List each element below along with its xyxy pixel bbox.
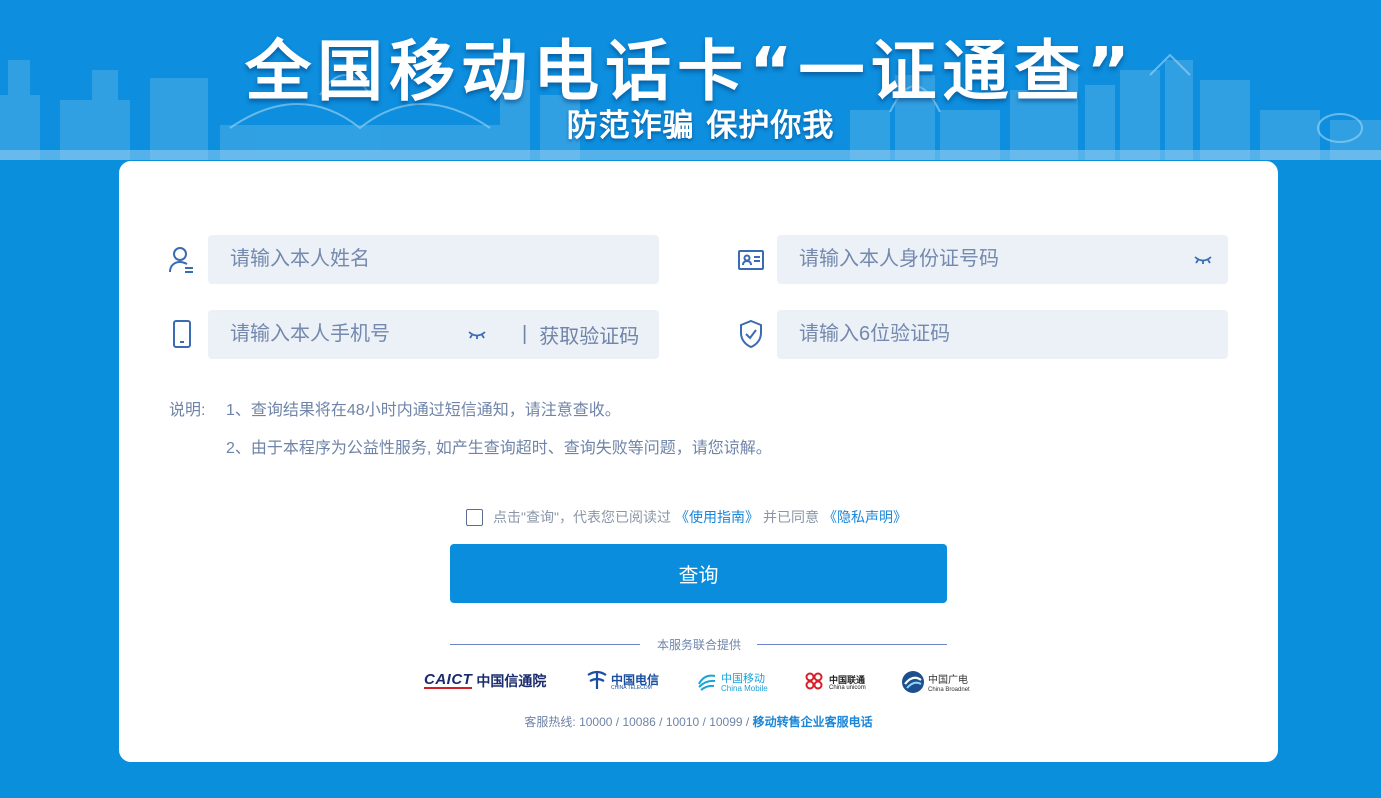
china-telecom-english: CHINA TELECOM (611, 685, 652, 691)
notes-label: 说明: (169, 402, 206, 419)
china-unicom-name: 中国联通 (829, 675, 866, 685)
china-mobile-icon (696, 670, 718, 697)
privacy-statement-link[interactable]: 《隐私声明》 (823, 507, 907, 527)
id-number-input[interactable] (799, 248, 1178, 271)
note-line-1: 1、查询结果将在48小时内通过短信通知，请注意查收。 (226, 402, 621, 419)
china-broadnet-english: China Broadnet (928, 686, 970, 693)
note-line-2: 2、由于本程序为公益性服务, 如产生查询超时、查询失败等问题，请您谅解。 (226, 440, 772, 457)
query-form-card: | 获取验证码 说明: 1、查询结果将在48小时内通过短信通知，请注意查收。 2… (119, 161, 1278, 762)
agreement-row: 点击"查询"，代表您已阅读过 《使用指南》 并已同意 《隐私声明》 (466, 507, 911, 527)
caict-name: 中国信通院 (476, 673, 547, 689)
china-mobile-logo: 中国移动 China Mobile (696, 670, 768, 697)
china-unicom-text: 中国联通 China unicom (829, 675, 866, 692)
get-verification-code-button[interactable]: | 获取验证码 (502, 310, 659, 359)
china-telecom-text: 中国电信 CHINA TELECOM (611, 674, 659, 691)
id-card-icon (736, 245, 766, 275)
providers-heading: 本服务联合提供 (656, 638, 741, 652)
name-input[interactable] (230, 248, 659, 271)
separator: | (522, 323, 528, 345)
customer-service-hotline: 客服热线: 10000 / 10086 / 10010 / 10099 / 移动… (119, 713, 1278, 730)
caict-logo: CAICT 中国信通院 (424, 671, 546, 691)
usage-guide-link[interactable]: 《使用指南》 (675, 507, 759, 527)
hotline-numbers: 客服热线: 10000 / 10086 / 10010 / 10099 / (524, 715, 750, 729)
china-broadnet-name: 中国广电 (928, 675, 968, 687)
divider-left (450, 644, 640, 645)
phone-icon (167, 319, 197, 349)
get-code-label: 获取验证码 (539, 326, 640, 348)
name-field[interactable] (208, 235, 659, 284)
query-button[interactable]: 查询 (450, 544, 947, 603)
banner-subtitle: 防范诈骗 保护你我 (566, 108, 835, 144)
agreement-checkbox[interactable] (466, 508, 483, 526)
china-mobile-text: 中国移动 China Mobile (721, 673, 768, 694)
verification-code-input[interactable] (799, 323, 1228, 346)
china-broadnet-icon (901, 670, 925, 699)
eye-closed-icon[interactable] (466, 328, 488, 342)
phone-input[interactable] (230, 323, 489, 346)
china-unicom-english: China unicom (829, 685, 866, 691)
agreement-text-middle: 并已同意 (762, 509, 819, 525)
verification-code-field[interactable] (777, 310, 1228, 359)
caict-brand: CAICT (424, 671, 473, 689)
china-unicom-logo: 中国联通 China unicom (802, 671, 866, 696)
china-mobile-english: China Mobile (721, 684, 768, 694)
agreement-text-before: 点击"查询"，代表您已阅读过 (493, 509, 671, 525)
china-telecom-logo: 中国电信 CHINA TELECOM (585, 669, 659, 696)
shield-check-icon (736, 319, 766, 349)
china-telecom-icon (585, 669, 609, 696)
china-broadnet-logo: 中国广电 China Broadnet (901, 670, 970, 699)
eye-closed-icon[interactable] (1192, 253, 1214, 267)
user-icon (167, 245, 197, 275)
china-unicom-icon (802, 671, 826, 696)
header-banner: 全国移动电话卡“一证通查” 防范诈骗 保护你我 (0, 0, 1381, 160)
divider-right (757, 644, 947, 645)
id-number-field[interactable] (777, 235, 1228, 284)
reseller-hotline-link[interactable]: 移动转售企业客服电话 (753, 715, 873, 729)
china-broadnet-text: 中国广电 China Broadnet (928, 676, 970, 693)
